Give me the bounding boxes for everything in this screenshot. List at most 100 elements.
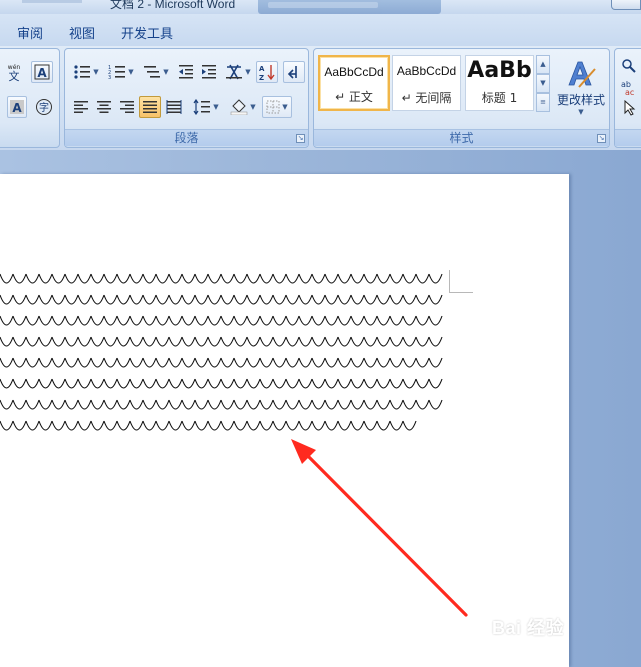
- phonetic-guide-button[interactable]: wén 文: [3, 61, 25, 83]
- ribbon: wén 文 A A 字 ▼ 1 2 3 ▼ ▼ ▼ A Z ▼ ▼ ▼ 段落 ↘…: [0, 46, 641, 150]
- style-no-spacing-name: ↵ 无间隔: [401, 91, 452, 105]
- wave-line: [0, 292, 448, 312]
- gallery-down-button[interactable]: ▼: [536, 74, 550, 93]
- borders-button[interactable]: ▼: [262, 96, 292, 118]
- character-shading-button[interactable]: A: [7, 96, 27, 118]
- style-heading-1-sample: AaBb: [467, 58, 532, 83]
- cursor-icon: [624, 100, 636, 116]
- chinese-layout-button[interactable]: ▼: [223, 61, 253, 83]
- character-border-button[interactable]: A: [31, 61, 53, 83]
- paragraph-dialog-launcher[interactable]: ↘: [296, 134, 305, 143]
- styles-group: AaBbCcDd ↵ 正文 AaBbCcDd ↵ 无间隔 AaBb 标题 1 ▲…: [313, 48, 610, 148]
- align-right-icon: [120, 101, 134, 113]
- wave-line: [0, 334, 448, 354]
- wave-line: [0, 418, 428, 438]
- change-styles-button[interactable]: 更改样式 ▼: [556, 53, 606, 121]
- tab-review[interactable]: 审阅: [17, 23, 43, 42]
- tab-developer[interactable]: 开发工具: [121, 23, 173, 42]
- line-spacing-icon: [193, 99, 211, 115]
- distributed-button[interactable]: [163, 96, 185, 118]
- justify-icon: [143, 101, 157, 113]
- shading-button[interactable]: ▼: [226, 96, 260, 118]
- style-heading-1[interactable]: AaBb 标题 1: [465, 55, 534, 111]
- select-button[interactable]: [619, 97, 639, 119]
- phonetic-guide-icon: wén 文: [8, 64, 21, 82]
- borders-icon: [266, 100, 280, 114]
- wave-line: [0, 271, 448, 291]
- svg-text:Z: Z: [259, 74, 264, 81]
- replace-button[interactable]: ab ac: [619, 76, 639, 98]
- gallery-up-button[interactable]: ▲: [536, 55, 550, 74]
- document-page[interactable]: [0, 174, 569, 667]
- paragraph-group-label: 段落: [65, 129, 308, 146]
- bullets-icon: [74, 65, 91, 79]
- justify-button[interactable]: [139, 96, 161, 118]
- tab-view[interactable]: 视图: [69, 23, 95, 42]
- window-title: 文档 2 - Microsoft Word: [110, 0, 236, 11]
- decrease-indent-button[interactable]: [175, 61, 197, 83]
- show-paragraph-marks-button[interactable]: [283, 61, 305, 83]
- font-group: wén 文 A A 字: [0, 48, 60, 148]
- wave-line: [0, 376, 448, 396]
- align-center-icon: [97, 101, 111, 113]
- styles-group-label: 样式: [314, 129, 609, 146]
- title-bar: 文档 2 - Microsoft Word: [0, 0, 641, 14]
- character-shading-icon: A: [10, 100, 24, 115]
- style-normal-sample: AaBbCcDd: [324, 65, 384, 79]
- paint-bucket-icon: [231, 99, 248, 115]
- wave-line: [0, 313, 448, 333]
- multilevel-list-icon: [144, 66, 161, 78]
- editing-group-label: [615, 129, 641, 146]
- align-left-button[interactable]: [70, 96, 92, 118]
- sort-icon: A Z: [259, 65, 275, 81]
- margin-corner-mark: [449, 270, 473, 293]
- paragraph-group: ▼ 1 2 3 ▼ ▼ ▼ A Z ▼ ▼ ▼ 段落 ↘: [64, 48, 309, 148]
- align-center-button[interactable]: [93, 96, 115, 118]
- title-bar-ghost: [22, 0, 82, 3]
- svg-text:ac: ac: [625, 88, 634, 95]
- taskbar-preview-ghost: [258, 0, 441, 14]
- distributed-icon: [166, 100, 182, 114]
- decrease-indent-icon: [179, 65, 193, 79]
- gallery-more-button[interactable]: ≡: [536, 93, 550, 112]
- find-button[interactable]: [619, 55, 639, 77]
- multilevel-list-button[interactable]: ▼: [140, 61, 172, 83]
- change-styles-icon: [568, 61, 596, 88]
- increase-indent-icon: [202, 65, 216, 79]
- align-left-icon: [74, 101, 88, 113]
- watermark-subtext: jingyan.baidu.com: [494, 642, 567, 652]
- style-normal-name: ↵ 正文: [335, 90, 373, 104]
- wave-line: [0, 355, 448, 375]
- baidu-watermark: Bai 经验 jingyan.baidu.com: [492, 598, 612, 652]
- wave-line: [0, 397, 448, 417]
- style-gallery-scroll: ▲ ▼ ≡: [536, 55, 550, 113]
- svg-text:A: A: [37, 66, 47, 80]
- style-heading-1-name: 标题 1: [481, 91, 518, 105]
- svg-text:字: 字: [39, 101, 49, 114]
- paragraph-mark-icon: [287, 66, 297, 79]
- change-styles-label: 更改样式: [557, 92, 606, 107]
- watermark-text: Bai 经验: [492, 618, 565, 638]
- svg-text:文: 文: [9, 69, 20, 82]
- document-workspace: Bai 经验 jingyan.baidu.com: [0, 150, 641, 667]
- style-normal[interactable]: AaBbCcDd ↵ 正文: [318, 55, 390, 111]
- numbering-button[interactable]: 1 2 3 ▼: [105, 61, 137, 83]
- svg-text:3: 3: [108, 75, 111, 80]
- styles-dialog-launcher[interactable]: ↘: [597, 134, 606, 143]
- line-spacing-button[interactable]: ▼: [189, 96, 223, 118]
- style-no-spacing-sample: AaBbCcDd: [396, 64, 457, 78]
- svg-text:A: A: [12, 101, 22, 115]
- enclose-characters-button[interactable]: 字: [33, 96, 55, 118]
- style-no-spacing[interactable]: AaBbCcDd ↵ 无间隔: [392, 55, 461, 111]
- increase-indent-button[interactable]: [198, 61, 220, 83]
- sort-button[interactable]: A Z: [256, 61, 278, 83]
- ribbon-tabs: 审阅 视图 开发工具: [0, 14, 641, 46]
- chinese-layout-icon: [226, 64, 243, 80]
- numbering-icon: 1 2 3: [108, 65, 126, 80]
- svg-text:A: A: [259, 65, 265, 73]
- enclose-characters-icon: 字: [36, 99, 52, 115]
- find-icon: [622, 59, 636, 73]
- bullets-button[interactable]: ▼: [70, 61, 102, 83]
- align-right-button[interactable]: [116, 96, 138, 118]
- window-close-button[interactable]: [611, 0, 641, 10]
